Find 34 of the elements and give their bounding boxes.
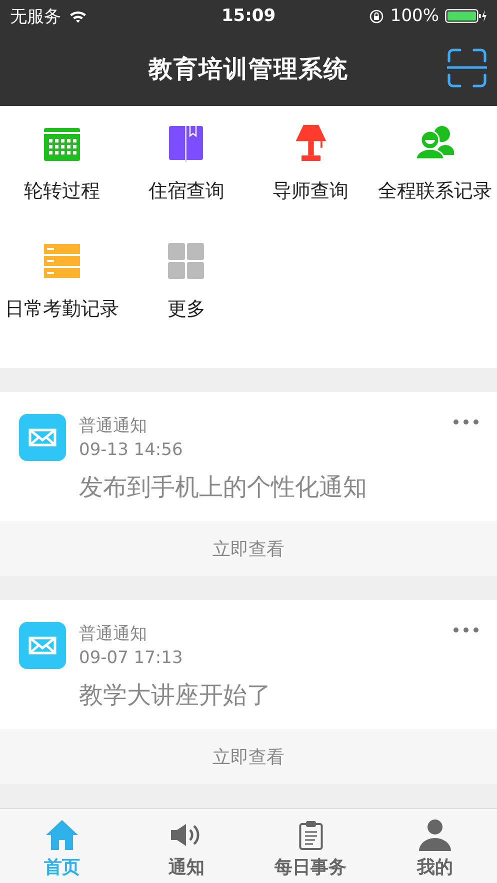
notice-message: 教学大讲座开始了 bbox=[79, 680, 272, 711]
battery-icon bbox=[445, 8, 487, 24]
tab[interactable]: 通知 bbox=[124, 809, 248, 883]
user-icon bbox=[418, 819, 451, 851]
wifi-icon bbox=[69, 10, 87, 22]
shortcut-button[interactable]: 住宿查询 bbox=[124, 124, 248, 242]
shortcut-button[interactable]: 轮转过程 bbox=[0, 124, 124, 242]
rotation-lock-icon bbox=[369, 8, 384, 24]
battery-text: 100% bbox=[390, 6, 439, 26]
notice-time: 09-07 17:13 bbox=[79, 648, 184, 668]
lamp-icon bbox=[294, 124, 328, 162]
mail-icon bbox=[19, 622, 66, 669]
scan-button[interactable] bbox=[447, 48, 487, 88]
shortcut-button[interactable]: 更多 bbox=[124, 242, 248, 360]
tab[interactable]: 每日事务 bbox=[248, 809, 373, 883]
notice-type: 普通通知 bbox=[79, 623, 148, 645]
shortcut-button[interactable]: 全程联系记录 bbox=[372, 124, 497, 242]
shortcut-button[interactable]: 日常考勤记录 bbox=[0, 242, 124, 360]
list-icon bbox=[44, 242, 80, 280]
grid-icon bbox=[168, 242, 204, 280]
clock-text: 15:09 bbox=[221, 6, 276, 26]
mail-icon bbox=[19, 414, 66, 461]
app-title: 教育培训管理系统 bbox=[148, 54, 348, 85]
notice-time: 09-13 14:56 bbox=[79, 440, 184, 460]
notice-message: 发布到手机上的个性化通知 bbox=[79, 472, 368, 503]
carrier-text: 无服务 bbox=[10, 6, 61, 28]
home-icon bbox=[45, 819, 80, 851]
notice-type: 普通通知 bbox=[79, 415, 148, 437]
more-icon[interactable] bbox=[453, 627, 479, 633]
tab[interactable]: 我的 bbox=[372, 809, 497, 883]
book-icon bbox=[168, 124, 204, 162]
shortcut-button[interactable]: 导师查询 bbox=[248, 124, 373, 242]
clipboard-icon bbox=[298, 819, 323, 851]
more-icon[interactable] bbox=[453, 419, 479, 425]
